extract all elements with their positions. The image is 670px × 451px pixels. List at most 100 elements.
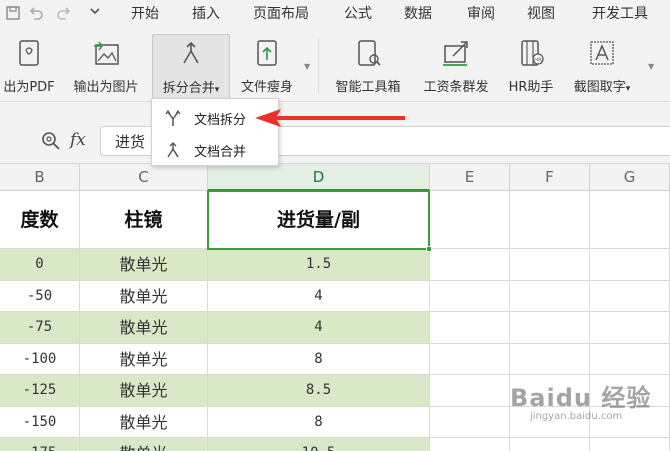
file-slim-label: 文件瘦身 [240, 80, 293, 95]
table-cell[interactable] [430, 249, 510, 281]
redo-icon[interactable] [55, 5, 73, 23]
selected-cell-border [207, 190, 430, 250]
column-header-d[interactable]: D [208, 164, 430, 191]
table-cell[interactable]: 散单光 [80, 343, 208, 375]
payslip-send-icon [441, 38, 471, 68]
screenshot-ocr-label: 截图取字▾ [573, 80, 631, 95]
tab-developer-tools[interactable]: 开发工具 [592, 5, 648, 23]
export-pdf-label: 出为PDF [3, 80, 55, 95]
column-header-e[interactable]: E [430, 164, 510, 191]
table-cell[interactable] [430, 191, 510, 249]
export-image-button[interactable]: 输出为图片 [64, 34, 148, 100]
table-cell[interactable] [510, 438, 590, 451]
table-cell[interactable]: 4 [208, 280, 430, 312]
table-cell[interactable] [590, 343, 670, 375]
save-icon[interactable] [4, 5, 22, 23]
table-cell[interactable]: -75 [0, 312, 80, 344]
table-cell[interactable] [430, 312, 510, 344]
merge-document-label: 文档合并 [194, 145, 247, 160]
merge-icon [164, 141, 182, 159]
tab-view[interactable]: 视图 [527, 5, 555, 23]
image-export-icon [91, 38, 121, 68]
split-merge-label: 拆分合并▾ [162, 81, 220, 96]
table-cell[interactable]: 散单光 [80, 280, 208, 312]
pdf-export-icon [14, 38, 44, 68]
file-slim-icon [252, 38, 282, 68]
hr-assistant-button[interactable]: HR HR助手 [502, 34, 560, 100]
table-cell[interactable]: -175 [0, 438, 80, 451]
table-cell[interactable] [430, 438, 510, 451]
tab-page-layout[interactable]: 页面布局 [253, 5, 309, 23]
ribbon-divider [318, 38, 319, 94]
table-cell[interactable]: -125 [0, 375, 80, 407]
header-cell-degree[interactable]: 度数 [0, 191, 80, 249]
ribbon-scroll-chevron-icon-2[interactable]: ▼ [648, 62, 654, 71]
table-cell[interactable] [590, 249, 670, 281]
function-fx-icon[interactable]: fx [70, 130, 86, 150]
table-cell[interactable]: 8 [208, 406, 430, 438]
fill-handle[interactable] [426, 246, 432, 252]
column-header-f[interactable]: F [510, 164, 590, 191]
table-cell[interactable] [590, 280, 670, 312]
table-cell[interactable] [510, 280, 590, 312]
annotation-arrow-icon [255, 109, 405, 127]
table-cell[interactable] [590, 438, 670, 451]
svg-text:HR: HR [534, 58, 542, 64]
table-cell[interactable]: 1.5 [208, 249, 430, 281]
ribbon-toolbar: 出为PDF 输出为图片 拆分合并▾ 文件瘦身 ▼ 智能工具箱 工资条群发 HR [0, 28, 670, 102]
table-cell[interactable] [590, 191, 670, 249]
smart-toolbox-label: 智能工具箱 [335, 80, 401, 95]
split-icon [164, 109, 182, 127]
table-cell[interactable]: -100 [0, 343, 80, 375]
table-cell[interactable]: 4 [208, 312, 430, 344]
table-cell[interactable] [430, 280, 510, 312]
tab-insert[interactable]: 插入 [192, 5, 220, 23]
table-cell[interactable]: 散单光 [80, 375, 208, 407]
menu-bar: 开始 插入 页面布局 公式 数据 审阅 视图 开发工具 [0, 0, 670, 28]
split-merge-button[interactable]: 拆分合并▾ [152, 34, 230, 100]
table-cell[interactable] [510, 249, 590, 281]
table-cell[interactable]: -50 [0, 280, 80, 312]
table-cell[interactable] [510, 312, 590, 344]
smart-toolbox-icon [353, 38, 383, 68]
table-cell[interactable]: 散单光 [80, 249, 208, 281]
column-header-b[interactable]: B [0, 164, 80, 191]
menu-item-merge-document[interactable]: 文档合并 [152, 135, 278, 165]
tab-data[interactable]: 数据 [404, 5, 432, 23]
split-document-label: 文档拆分 [194, 113, 247, 128]
table-cell[interactable] [430, 406, 510, 438]
hr-assistant-icon: HR [516, 38, 546, 68]
table-cell[interactable] [510, 191, 590, 249]
column-header-c[interactable]: C [80, 164, 208, 191]
table-cell[interactable] [430, 343, 510, 375]
payslip-send-label: 工资条群发 [423, 80, 489, 95]
undo-icon[interactable] [27, 5, 45, 23]
quick-access-chevron-icon[interactable] [86, 5, 104, 23]
table-cell[interactable] [510, 343, 590, 375]
table-cell[interactable]: 散单光 [80, 312, 208, 344]
ribbon-scroll-chevron-icon[interactable]: ▼ [304, 62, 310, 71]
file-slim-button[interactable]: 文件瘦身 [234, 34, 300, 100]
tab-home[interactable]: 开始 [131, 5, 159, 23]
header-cell-cylinder[interactable]: 柱镜 [80, 191, 208, 249]
tab-review[interactable]: 审阅 [467, 5, 495, 23]
export-image-label: 输出为图片 [73, 80, 139, 95]
split-merge-icon [176, 39, 206, 69]
smart-toolbox-button[interactable]: 智能工具箱 [326, 34, 410, 100]
zoom-search-icon[interactable] [40, 130, 62, 152]
table-cell[interactable]: 10.5 [208, 438, 430, 451]
export-pdf-button[interactable]: 出为PDF [0, 34, 60, 100]
table-cell[interactable] [430, 375, 510, 407]
tab-formulas[interactable]: 公式 [344, 5, 372, 23]
screenshot-ocr-button[interactable]: 截图取字▾ [565, 34, 639, 100]
table-cell[interactable]: 散单光 [80, 438, 208, 451]
table-cell[interactable]: 8 [208, 343, 430, 375]
screenshot-ocr-icon [587, 38, 617, 68]
table-cell[interactable]: 散单光 [80, 406, 208, 438]
payslip-send-button[interactable]: 工资条群发 [415, 34, 497, 100]
table-cell[interactable]: 0 [0, 249, 80, 281]
table-cell[interactable]: -150 [0, 406, 80, 438]
table-cell[interactable] [590, 312, 670, 344]
column-header-g[interactable]: G [590, 164, 670, 191]
table-cell[interactable]: 8.5 [208, 375, 430, 407]
